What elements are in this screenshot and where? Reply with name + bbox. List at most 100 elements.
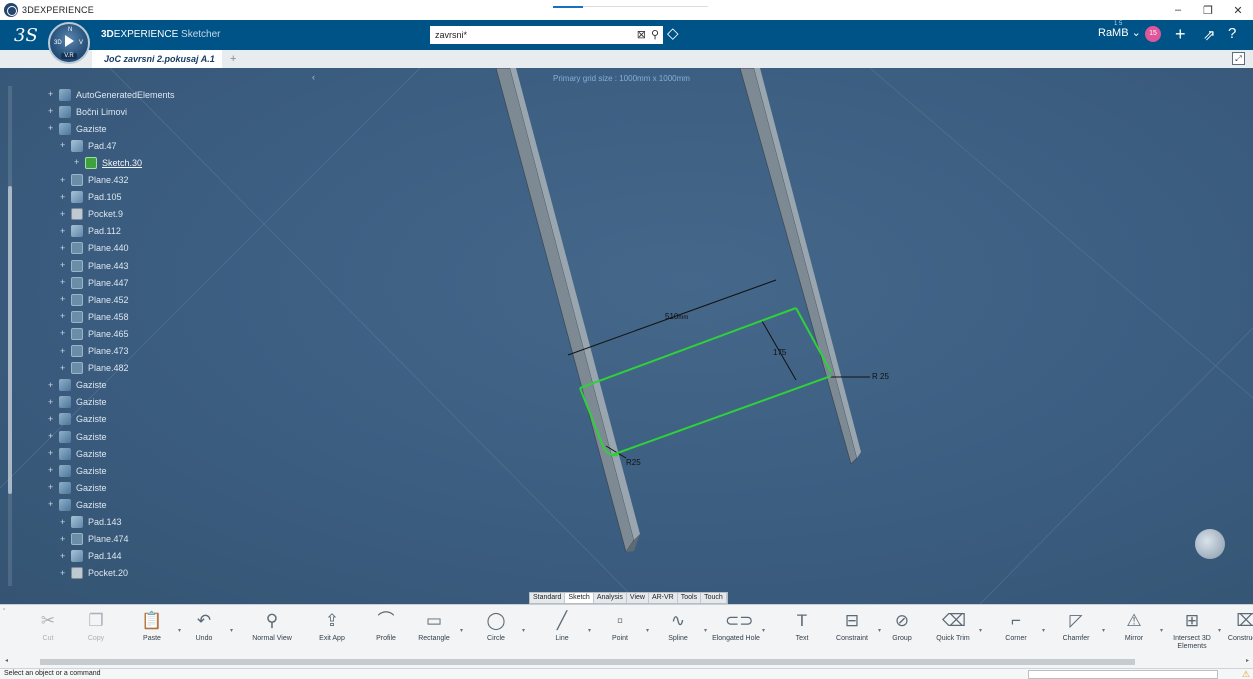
corner-command[interactable]: ⌐ Corner <box>990 608 1042 656</box>
radius-left-label[interactable]: R25 <box>626 458 641 467</box>
user-menu[interactable]: 1 5 RaMB ⌄ <box>1098 21 1141 39</box>
tree-item[interactable]: + Gaziste <box>48 462 107 479</box>
expand-node-icon[interactable]: + <box>60 517 69 527</box>
tree-item[interactable]: + Plane.473 <box>60 343 129 360</box>
command-dropdown-icon[interactable]: ▾ <box>460 627 463 634</box>
collapse-tree-icon[interactable]: ‹ <box>312 72 315 82</box>
expand-node-icon[interactable]: + <box>60 346 69 356</box>
dassault-logo-icon[interactable]: 3S <box>14 25 38 46</box>
cut-command[interactable]: ✂ Cut <box>22 608 74 656</box>
tree-item[interactable]: + Pad.105 <box>60 189 122 206</box>
command-dropdown-icon[interactable]: ▾ <box>646 627 649 634</box>
expand-node-icon[interactable]: + <box>60 295 69 304</box>
expand-node-icon[interactable]: + <box>60 312 69 321</box>
command-dropdown-icon[interactable]: ▾ <box>230 627 233 634</box>
tree-item[interactable]: + Plane.482 <box>60 360 129 377</box>
scroll-left-icon[interactable]: ◂ <box>5 657 8 664</box>
expand-node-icon[interactable]: + <box>60 329 69 338</box>
expand-node-icon[interactable]: + <box>60 175 69 185</box>
help-icon[interactable]: ? <box>1228 25 1236 42</box>
expand-node-icon[interactable]: + <box>48 500 57 509</box>
expand-node-icon[interactable]: + <box>48 414 57 424</box>
action-tab-sketch[interactable]: Sketch <box>565 593 594 603</box>
tree-item[interactable]: + Plane.443 <box>60 257 129 274</box>
command-dropdown-icon[interactable]: ▾ <box>1102 627 1105 634</box>
undo-command[interactable]: ↶ Undo <box>178 608 230 656</box>
chamfer-command[interactable]: ◸ Chamfer <box>1050 608 1102 656</box>
quick-trim-command[interactable]: ⌫ Quick Trim <box>927 608 979 656</box>
tree-item[interactable]: + Plane.432 <box>60 172 129 189</box>
action-tab-standard[interactable]: Standard <box>530 593 566 603</box>
expand-node-icon[interactable]: + <box>48 397 57 407</box>
construction-command[interactable]: ⌧ Construc El <box>1220 608 1253 656</box>
tree-item[interactable]: + Plane.458 <box>60 308 129 325</box>
search-icon[interactable]: ⚲ <box>651 28 659 41</box>
compass-widget[interactable]: 3D N V V.R <box>48 22 90 64</box>
action-tab-analysis[interactable]: Analysis <box>594 593 627 603</box>
circle-command[interactable]: ◯ Circle <box>470 608 522 656</box>
expand-node-icon[interactable]: + <box>48 124 57 133</box>
expand-node-icon[interactable]: + <box>74 158 83 167</box>
expand-node-icon[interactable]: + <box>60 551 69 561</box>
action-tab-view[interactable]: View <box>627 593 649 603</box>
scroll-right-icon[interactable]: ▸ <box>1246 657 1249 664</box>
line-command[interactable]: ╱ Line <box>536 608 588 656</box>
constraint-command[interactable]: ⊟ Constraint <box>826 608 878 656</box>
3d-viewport[interactable]: Primary grid size : 1000mm x 1000mm 510m… <box>0 68 1253 604</box>
normal-view-command[interactable]: ⚲ Normal View <box>246 608 298 656</box>
tree-item[interactable]: + Bočni Limovi <box>48 103 127 120</box>
command-dropdown-icon[interactable]: ▾ <box>522 627 525 634</box>
intersect-3d-command[interactable]: ⊞ Intersect 3D Elements <box>1166 608 1218 656</box>
tree-item[interactable]: + Plane.474 <box>60 531 129 548</box>
expand-node-icon[interactable]: + <box>48 449 57 458</box>
sketch-profile[interactable] <box>579 307 832 457</box>
expand-node-icon[interactable]: + <box>48 90 57 99</box>
group-command[interactable]: ⊘ Group <box>876 608 928 656</box>
notifications-badge[interactable]: 15 <box>1145 26 1161 42</box>
point-command[interactable]: ▫ Point <box>594 608 646 656</box>
close-button[interactable]: ✕ <box>1223 0 1253 20</box>
expand-node-icon[interactable]: + <box>48 466 57 475</box>
copy-command[interactable]: ❐ Copy <box>70 608 122 656</box>
spline-command[interactable]: ∿ Spline <box>652 608 704 656</box>
tree-item[interactable]: + Sketch.30 <box>74 154 142 171</box>
exit-app-command[interactable]: ⇪ Exit App <box>306 608 358 656</box>
tree-item[interactable]: + Plane.465 <box>60 325 129 342</box>
text-command[interactable]: T Text <box>776 608 828 656</box>
elongated-hole-command[interactable]: ⊂⊃ Elongated Hole <box>710 608 762 656</box>
action-bar-collapse-icon[interactable]: ˇ <box>3 609 5 616</box>
expand-node-icon[interactable]: + <box>48 380 57 390</box>
action-bar-scroll-thumb[interactable] <box>40 659 1135 665</box>
expand-icon[interactable]: ⤢ <box>1232 52 1245 65</box>
expand-node-icon[interactable]: + <box>48 483 57 492</box>
tree-item[interactable]: + Pad.112 <box>60 223 121 240</box>
radius-right-label[interactable]: R 25 <box>872 372 889 381</box>
command-dropdown-icon[interactable]: ▾ <box>1042 627 1045 634</box>
action-tab-ar-vr[interactable]: AR-VR <box>649 593 678 603</box>
expand-node-icon[interactable]: + <box>60 243 69 253</box>
action-tab-touch[interactable]: Touch <box>701 593 727 603</box>
navigation-compass-icon[interactable] <box>1195 529 1225 559</box>
restore-button[interactable]: ❐ <box>1193 0 1223 20</box>
search-field[interactable]: zavrsni* ⊠ ⚲ <box>430 26 663 44</box>
tree-item[interactable]: + Plane.440 <box>60 240 129 257</box>
command-dropdown-icon[interactable]: ▾ <box>588 627 591 634</box>
expand-node-icon[interactable]: + <box>48 107 57 116</box>
warning-icon[interactable]: ⚠ <box>1242 669 1250 679</box>
tree-item[interactable]: + Gaziste <box>48 120 107 137</box>
expand-node-icon[interactable]: + <box>60 192 69 202</box>
tag-icon[interactable]: ◇ <box>667 24 679 42</box>
tree-item[interactable]: + Pad.144 <box>60 548 122 565</box>
command-dropdown-icon[interactable]: ▾ <box>704 627 707 634</box>
mirror-command[interactable]: ⚠ Mirror <box>1108 608 1160 656</box>
tree-scroll-thumb[interactable] <box>8 186 12 494</box>
tree-item[interactable]: + Plane.452 <box>60 291 129 308</box>
action-tab-tools[interactable]: Tools <box>678 593 702 603</box>
expand-node-icon[interactable]: + <box>60 568 69 578</box>
tree-item[interactable]: + AutoGeneratedElements <box>48 86 175 103</box>
expand-node-icon[interactable]: + <box>60 278 69 287</box>
clear-search-icon[interactable]: ⊠ <box>637 28 646 41</box>
command-input[interactable] <box>1028 670 1218 679</box>
expand-node-icon[interactable]: + <box>60 261 69 270</box>
expand-node-icon[interactable]: + <box>60 363 69 373</box>
